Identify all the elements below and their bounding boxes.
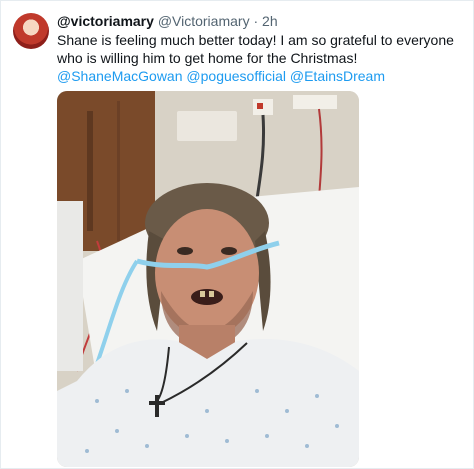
tweet-header: @victoriamary @Victoriamary · 2h: [57, 12, 461, 30]
tweet-text-main: Shane is feeling much better today! I am…: [57, 32, 454, 66]
avatar[interactable]: [13, 13, 49, 49]
tweet-photo[interactable]: [57, 91, 359, 467]
separator-dot: ·: [253, 13, 259, 29]
tweet-card[interactable]: @victoriamary @Victoriamary · 2h Shane i…: [0, 0, 474, 469]
mention-etainsdream[interactable]: @EtainsDream: [290, 68, 385, 84]
mention-shanemacgowan[interactable]: @ShaneMacGowan: [57, 68, 183, 84]
tweet-text: Shane is feeling much better today! I am…: [57, 31, 459, 85]
mention-poguesofficial[interactable]: @poguesofficial: [186, 68, 286, 84]
display-name[interactable]: @victoriamary: [57, 13, 154, 29]
hospital-photo-illustration: [57, 91, 359, 467]
timestamp[interactable]: 2h: [262, 13, 278, 29]
user-handle[interactable]: @Victoriamary: [158, 13, 250, 29]
